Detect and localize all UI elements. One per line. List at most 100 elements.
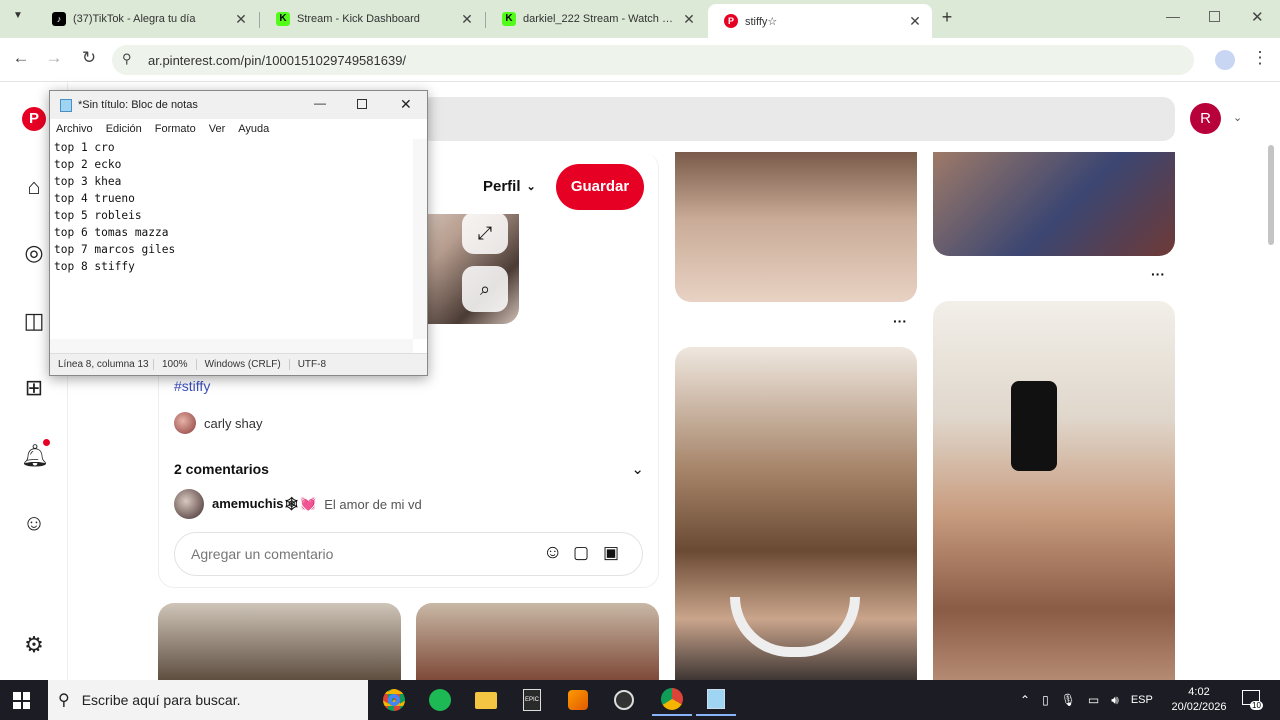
more-options-icon[interactable]: ···: [1151, 266, 1165, 282]
author-row[interactable]: carly shay: [174, 412, 263, 434]
taskbar-search-placeholder: Escribe aquí para buscar.: [81, 692, 241, 708]
menu-edicion[interactable]: Edición: [106, 123, 142, 135]
clock[interactable]: 4:02 20/02/2026: [1166, 685, 1232, 715]
notepad-window: *Sin título: Bloc de notas — ✕ Archivo E…: [49, 90, 428, 376]
browser-menu-icon[interactable]: ⋮: [1248, 48, 1272, 68]
tray-chevron-up-icon[interactable]: ⌃: [1020, 693, 1030, 707]
pin-thumbnail[interactable]: [416, 603, 659, 683]
close-icon[interactable]: ✕: [908, 13, 922, 30]
maximize-window-icon[interactable]: [357, 99, 367, 109]
sticker-icon[interactable]: ▢: [573, 543, 589, 563]
minimize-window-icon[interactable]: —: [1166, 8, 1180, 24]
visual-search-icon[interactable]: ⌕: [462, 266, 508, 312]
kick-icon: K: [276, 12, 290, 26]
chrome-app-icon[interactable]: [374, 684, 414, 716]
file-explorer-icon[interactable]: [466, 684, 506, 716]
microphone-icon[interactable]: 🎙︎: [1061, 693, 1076, 707]
menu-archivo[interactable]: Archivo: [56, 123, 93, 135]
notepad-app-icon[interactable]: [696, 684, 736, 716]
close-window-icon[interactable]: ✕: [1251, 8, 1264, 26]
vertical-scrollbar[interactable]: [413, 139, 427, 339]
tray-app-icon[interactable]: ▯: [1042, 693, 1049, 707]
tab-list-dropdown[interactable]: ▼: [10, 10, 26, 26]
emoji-icon[interactable]: ☺: [543, 542, 562, 564]
pin-thumbnail[interactable]: [933, 301, 1175, 687]
boards-icon[interactable]: ◫: [21, 308, 47, 334]
notification-count: 10: [1250, 701, 1263, 710]
messages-icon[interactable]: ☺: [21, 510, 47, 536]
comment-text: El amor de mi vd: [324, 496, 422, 512]
pin-thumbnail[interactable]: [675, 347, 917, 687]
close-icon[interactable]: ✕: [234, 11, 248, 28]
clock-time: 4:02: [1188, 686, 1210, 698]
pinterest-logo-icon[interactable]: P: [22, 107, 46, 131]
close-icon[interactable]: ✕: [682, 11, 696, 28]
save-button[interactable]: Guardar: [556, 164, 644, 210]
epic-games-icon[interactable]: EPIC: [512, 684, 552, 716]
home-icon[interactable]: ⌂: [21, 174, 47, 200]
new-tab-button[interactable]: +: [938, 7, 956, 28]
forward-arrow-icon[interactable]: →: [42, 48, 66, 68]
site-info-icon[interactable]: ⚲: [122, 51, 132, 67]
avatar[interactable]: [174, 489, 204, 519]
fl-studio-icon[interactable]: [558, 684, 598, 716]
taskbar-search-box[interactable]: ⚲ Escribe aquí para buscar.: [48, 680, 368, 720]
kick-icon: K: [502, 12, 516, 26]
avatar[interactable]: R: [1190, 103, 1221, 134]
comments-header[interactable]: 2 comentarios ⌄: [174, 460, 644, 478]
pinterest-search-input[interactable]: [420, 97, 1175, 141]
spotify-app-icon[interactable]: [420, 684, 460, 716]
tab-kick-dashboard[interactable]: K Stream - Kick Dashboard ✕: [260, 4, 484, 34]
chrome-active-app-icon[interactable]: [652, 684, 692, 716]
expand-icon[interactable]: ⤢: [462, 212, 508, 254]
close-window-icon[interactable]: ✕: [400, 96, 412, 113]
notepad-app-icon: [60, 98, 72, 112]
notifications-bell-icon[interactable]: 🔔︎: [21, 443, 49, 469]
account-chevron-down-icon[interactable]: ⌄: [1233, 111, 1242, 124]
restore-window-icon[interactable]: [1209, 11, 1220, 22]
tab-tiktok[interactable]: ♪ (37)TikTok - Alegra tu día ✕: [36, 4, 258, 34]
create-plus-icon[interactable]: ⊞: [21, 375, 47, 401]
page-scrollbar[interactable]: [1268, 145, 1274, 245]
extension-icon[interactable]: [1215, 50, 1235, 70]
pin-thumbnail[interactable]: [158, 603, 401, 683]
text-line: top 2 ecko: [54, 158, 122, 171]
url-omnibox[interactable]: ⚲ ar.pinterest.com/pin/10001510297495816…: [112, 45, 1194, 75]
comment-user[interactable]: amemuchis🕸💓: [212, 496, 316, 512]
network-icon[interactable]: ▭: [1088, 693, 1099, 707]
status-zoom: 100%: [154, 359, 197, 370]
windows-start-icon[interactable]: [13, 692, 30, 709]
settings-gear-icon[interactable]: ⚙: [21, 632, 47, 658]
obs-app-icon[interactable]: [604, 684, 644, 716]
menu-formato[interactable]: Formato: [155, 123, 196, 135]
url-text: ar.pinterest.com/pin/1000151029749581639…: [148, 52, 407, 68]
reload-icon[interactable]: ↻: [77, 48, 101, 68]
headphones-shape: [730, 597, 860, 657]
text-line: top 5 robleis: [54, 209, 142, 222]
horizontal-scrollbar[interactable]: [50, 339, 413, 353]
pin-hashtag-link[interactable]: #stiffy: [174, 378, 210, 394]
notepad-titlebar[interactable]: *Sin título: Bloc de notas — ✕: [50, 91, 427, 119]
phone-shape: [1011, 381, 1057, 471]
notepad-text-area[interactable]: top 1 cro top 2 ecko top 3 khea top 4 tr…: [54, 139, 414, 339]
volume-icon[interactable]: 🔊︎: [1111, 693, 1119, 708]
close-icon[interactable]: ✕: [460, 11, 474, 28]
pin-thumbnail[interactable]: [675, 152, 917, 302]
text-line: top 8 stiffy: [54, 260, 135, 273]
input-language[interactable]: ESP: [1131, 694, 1153, 706]
back-arrow-icon[interactable]: ←: [9, 48, 33, 68]
pin-thumbnail[interactable]: [933, 152, 1175, 256]
text-line: top 1 cro: [54, 141, 115, 154]
menu-ayuda[interactable]: Ayuda: [238, 123, 269, 135]
image-upload-icon[interactable]: ▣: [603, 543, 619, 563]
tab-kick-watch-live[interactable]: K darkiel_222 Stream - Watch Live ✕: [486, 4, 706, 34]
tab-pinterest-active[interactable]: P stiffy☆ ✕: [708, 4, 932, 38]
profile-dropdown[interactable]: Perfil ⌄: [483, 178, 536, 195]
explore-compass-icon[interactable]: ◎: [21, 240, 47, 266]
more-options-icon[interactable]: ···: [893, 313, 907, 329]
minimize-window-icon[interactable]: —: [314, 96, 326, 110]
notification-dot: [43, 439, 50, 446]
menu-ver[interactable]: Ver: [209, 123, 226, 135]
chevron-down-icon[interactable]: ⌄: [631, 460, 644, 478]
add-comment-input[interactable]: Agregar un comentario ☺ ▢ ▣: [174, 532, 643, 576]
